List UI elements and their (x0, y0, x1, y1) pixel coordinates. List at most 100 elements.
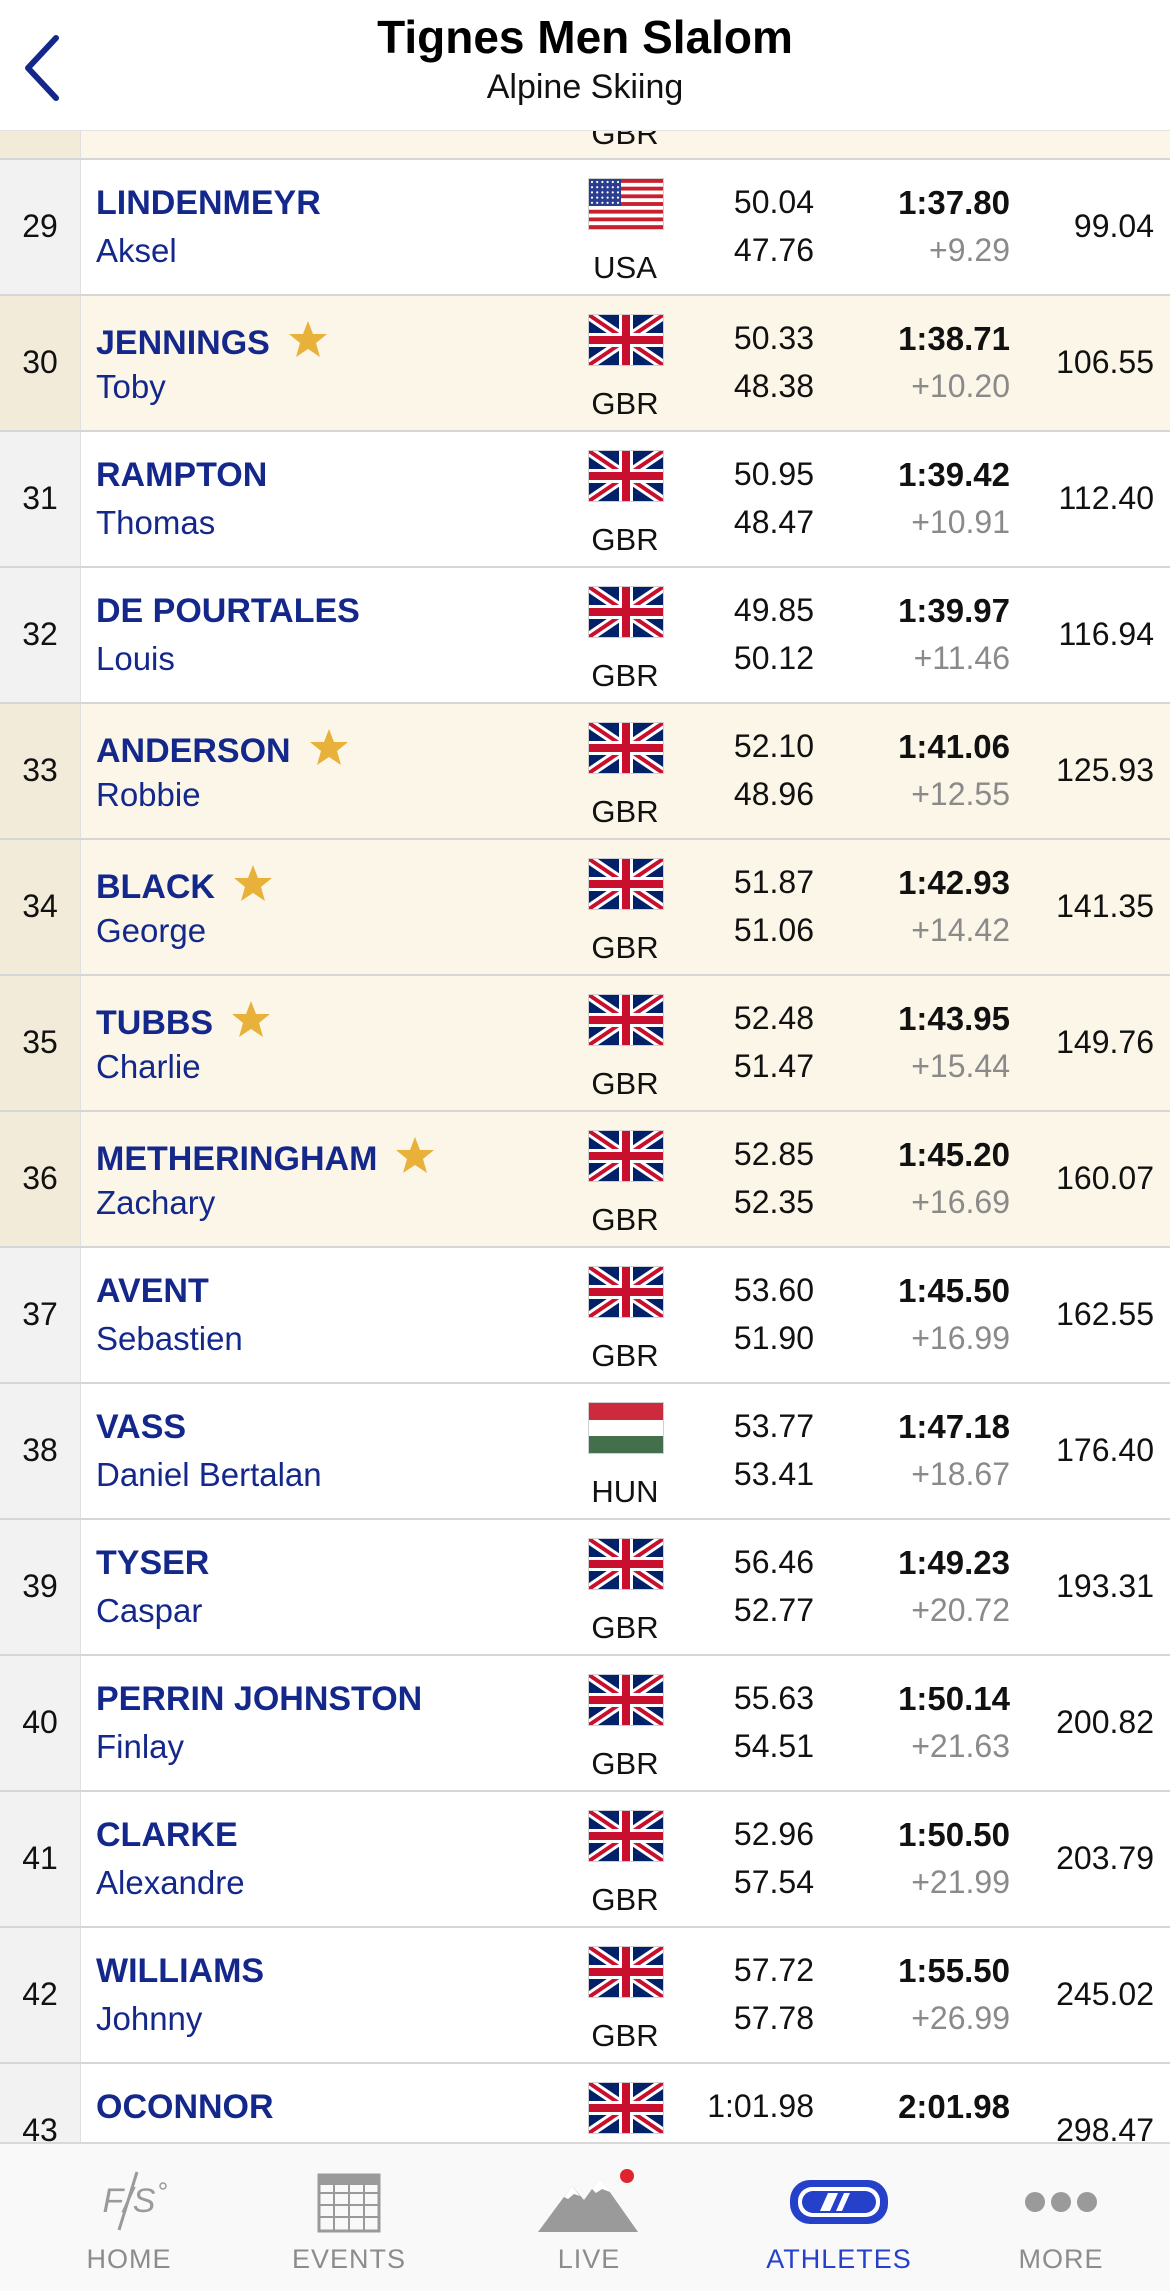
nation-code: GBR (591, 1610, 659, 1645)
favorite-star-icon[interactable] (309, 728, 349, 775)
tab-label: MORE (1018, 2244, 1104, 2274)
athlete-surname[interactable]: CLARKE (96, 1816, 238, 1855)
fis-logo-icon: F/S (12, 2166, 246, 2238)
tab-more[interactable]: MORE (944, 2144, 1170, 2291)
athlete-firstname[interactable]: Caspar (96, 1592, 202, 1630)
surname-text: DE POURTALES (96, 592, 360, 630)
athlete-surname[interactable]: BLACK (96, 864, 273, 911)
athlete-firstname[interactable]: Thomas (96, 504, 215, 542)
athlete-surname[interactable]: DE POURTALES (96, 592, 360, 631)
athlete-surname[interactable]: VASS (96, 1408, 186, 1447)
run2-time: 50.12 (733, 640, 814, 676)
run1-time: 55.63 (733, 1680, 814, 1716)
favorite-star-icon[interactable] (233, 864, 273, 911)
athlete-surname[interactable]: TUBBS (96, 1000, 271, 1047)
athlete-firstname[interactable]: Sebastien (96, 1320, 243, 1358)
rank-number: 36 (22, 1160, 58, 1196)
result-row[interactable]: 40 PERRIN JOHNSTON Finlay GBR 55.63 54.51 1:50… (0, 1656, 1170, 1792)
result-row[interactable]: 35 TUBBS Charlie GBR 52.48 51.47 1:43.95 +15.44… (0, 976, 1170, 1112)
athlete-firstname[interactable]: Robbie (96, 776, 201, 814)
result-row[interactable]: 41 CLARKE Alexandre GBR 52.96 57.54 1:50.50 +21… (0, 1792, 1170, 1928)
result-row[interactable]: 37 AVENT Sebastien GBR 53.60 51.90 1:45.50 +16.… (0, 1248, 1170, 1384)
result-row[interactable]: 42 WILLIAMS Johnny GBR 57.72 57.78 1:55.50 +26.… (0, 1928, 1170, 2064)
result-row[interactable]: 29 LINDENMEYR Aksel USA 50.04 47.76 1:37.80 +9.… (0, 160, 1170, 296)
athlete-firstname[interactable]: Daniel Bertalan (96, 1456, 322, 1494)
rank-number: 40 (22, 1704, 58, 1740)
gbr-flag-icon (586, 854, 666, 914)
favorite-star-icon[interactable] (231, 1000, 271, 1047)
athlete-surname[interactable]: RAMPTON (96, 456, 267, 495)
run1-time: 52.85 (733, 1136, 814, 1172)
gbr-flag-icon (586, 1942, 666, 2002)
athlete-surname[interactable]: OCONNOR (96, 2088, 274, 2127)
athlete-firstname[interactable]: Johnny (96, 2000, 202, 2038)
surname-text: CLARKE (96, 1816, 238, 1854)
athlete-surname[interactable]: JENNINGS (96, 320, 328, 367)
time-difference: +9.29 (929, 232, 1010, 268)
nation-code: GBR (591, 386, 659, 421)
rank-number: 33 (22, 752, 58, 788)
result-row[interactable]: 43OCONNOROscarGBR1:01.981:00.002:01.98+3… (0, 2064, 1170, 2142)
race-points: 112.40 (1058, 480, 1155, 516)
result-row[interactable]: 39 TYSER Caspar GBR 56.46 52.77 1:49.23 +20.72 1… (0, 1520, 1170, 1656)
athlete-surname[interactable]: AVENT (96, 1272, 209, 1311)
surname-text: BLACK (96, 868, 215, 906)
total-time: 1:41.06 (898, 728, 1010, 765)
athlete-surname[interactable]: TYSER (96, 1544, 209, 1583)
run1-time: 50.33 (733, 320, 814, 356)
time-difference: +11.46 (913, 640, 1010, 676)
result-row[interactable]: 33 ANDERSON Robbie GBR 52.10 48.96 1:41.06 +12.… (0, 704, 1170, 840)
rank-cell: 36 (0, 1112, 81, 1246)
tab-label: HOME (86, 2244, 172, 2274)
race-points: 116.94 (1058, 616, 1155, 652)
total-time: 1:37.80 (898, 184, 1010, 221)
rank-cell: 33 (0, 704, 81, 838)
result-row[interactable]: 36 METHERINGHAM Zachary GBR 52.85 52.35 1:45.2… (0, 1112, 1170, 1248)
race-points: 106.55 (1056, 344, 1154, 380)
favorite-star-icon[interactable] (395, 1136, 435, 1183)
athlete-surname[interactable]: ANDERSON (96, 728, 349, 775)
time-difference: +10.91 (911, 504, 1010, 540)
time-difference: +21.63 (911, 1728, 1010, 1764)
athlete-firstname[interactable]: Charlie (96, 1048, 201, 1086)
result-row[interactable]: 32 DE POURTALES Louis GBR 49.85 50.12 1:39.97 +… (0, 568, 1170, 704)
tab-athletes[interactable]: ATHLETES (722, 2144, 956, 2291)
tab-live[interactable]: LIVE (472, 2144, 706, 2291)
athlete-firstname[interactable]: Zachary (96, 1184, 215, 1222)
rank-cell: 30 (0, 296, 81, 430)
athlete-firstname[interactable]: George (96, 912, 206, 950)
run1-time: 57.72 (733, 1952, 814, 1988)
athlete-surname[interactable]: PERRIN JOHNSTON (96, 1680, 422, 1719)
total-time: 1:39.97 (898, 592, 1010, 629)
tab-home[interactable]: F/S HOME (12, 2144, 246, 2291)
result-row[interactable]: 38 VASS Daniel Bertalan HUN 53.77 53.41 1:47.1… (0, 1384, 1170, 1520)
time-difference: +16.99 (911, 1320, 1010, 1356)
rank-number: 34 (22, 888, 58, 924)
result-row[interactable]: 34 BLACK George GBR 51.87 51.06 1:42.93 +14.42 1… (0, 840, 1170, 976)
result-row[interactable]: 30 JENNINGS Toby GBR 50.33 48.38 1:38.71 +10.20… (0, 296, 1170, 432)
surname-text: PERRIN JOHNSTON (96, 1680, 423, 1718)
result-row[interactable]: 31 RAMPTON Thomas GBR 50.95 48.47 1:39.42 +10.9… (0, 432, 1170, 568)
athlete-firstname[interactable]: Finlay (96, 1728, 184, 1766)
athlete-firstname[interactable]: Toby (96, 368, 166, 406)
rank-cell: 32 (0, 568, 81, 702)
run1-time: 56.46 (733, 1544, 814, 1580)
rank-number: 29 (22, 208, 58, 244)
tab-bar: F/S HOME EVENTS LIVE ATHLETES MORE (0, 2142, 1170, 2291)
surname-text: LINDENMEYR (96, 184, 321, 222)
athlete-surname[interactable]: LINDENMEYR (96, 184, 321, 223)
rank-cell: 43 (0, 2064, 81, 2142)
athlete-firstname[interactable]: Louis (96, 640, 175, 678)
athlete-firstname[interactable]: Aksel (96, 232, 177, 270)
favorite-star-icon[interactable] (288, 320, 328, 367)
nation-code: HUN (591, 1474, 659, 1509)
athlete-surname[interactable]: WILLIAMS (96, 1952, 264, 1991)
time-difference: +16.69 (911, 1184, 1010, 1220)
athlete-firstname[interactable]: Alexandre (96, 1864, 245, 1902)
gbr-flag-icon (586, 1670, 666, 1730)
results-list[interactable]: GBR 29 LINDENMEYR Aksel USA 50.04 47.76 1:37.8… (0, 130, 1170, 2142)
tab-events[interactable]: EVENTS (232, 2144, 466, 2291)
rank-cell: 31 (0, 432, 81, 566)
athlete-surname[interactable]: METHERINGHAM (96, 1136, 435, 1183)
gbr-flag-icon (586, 1534, 666, 1594)
